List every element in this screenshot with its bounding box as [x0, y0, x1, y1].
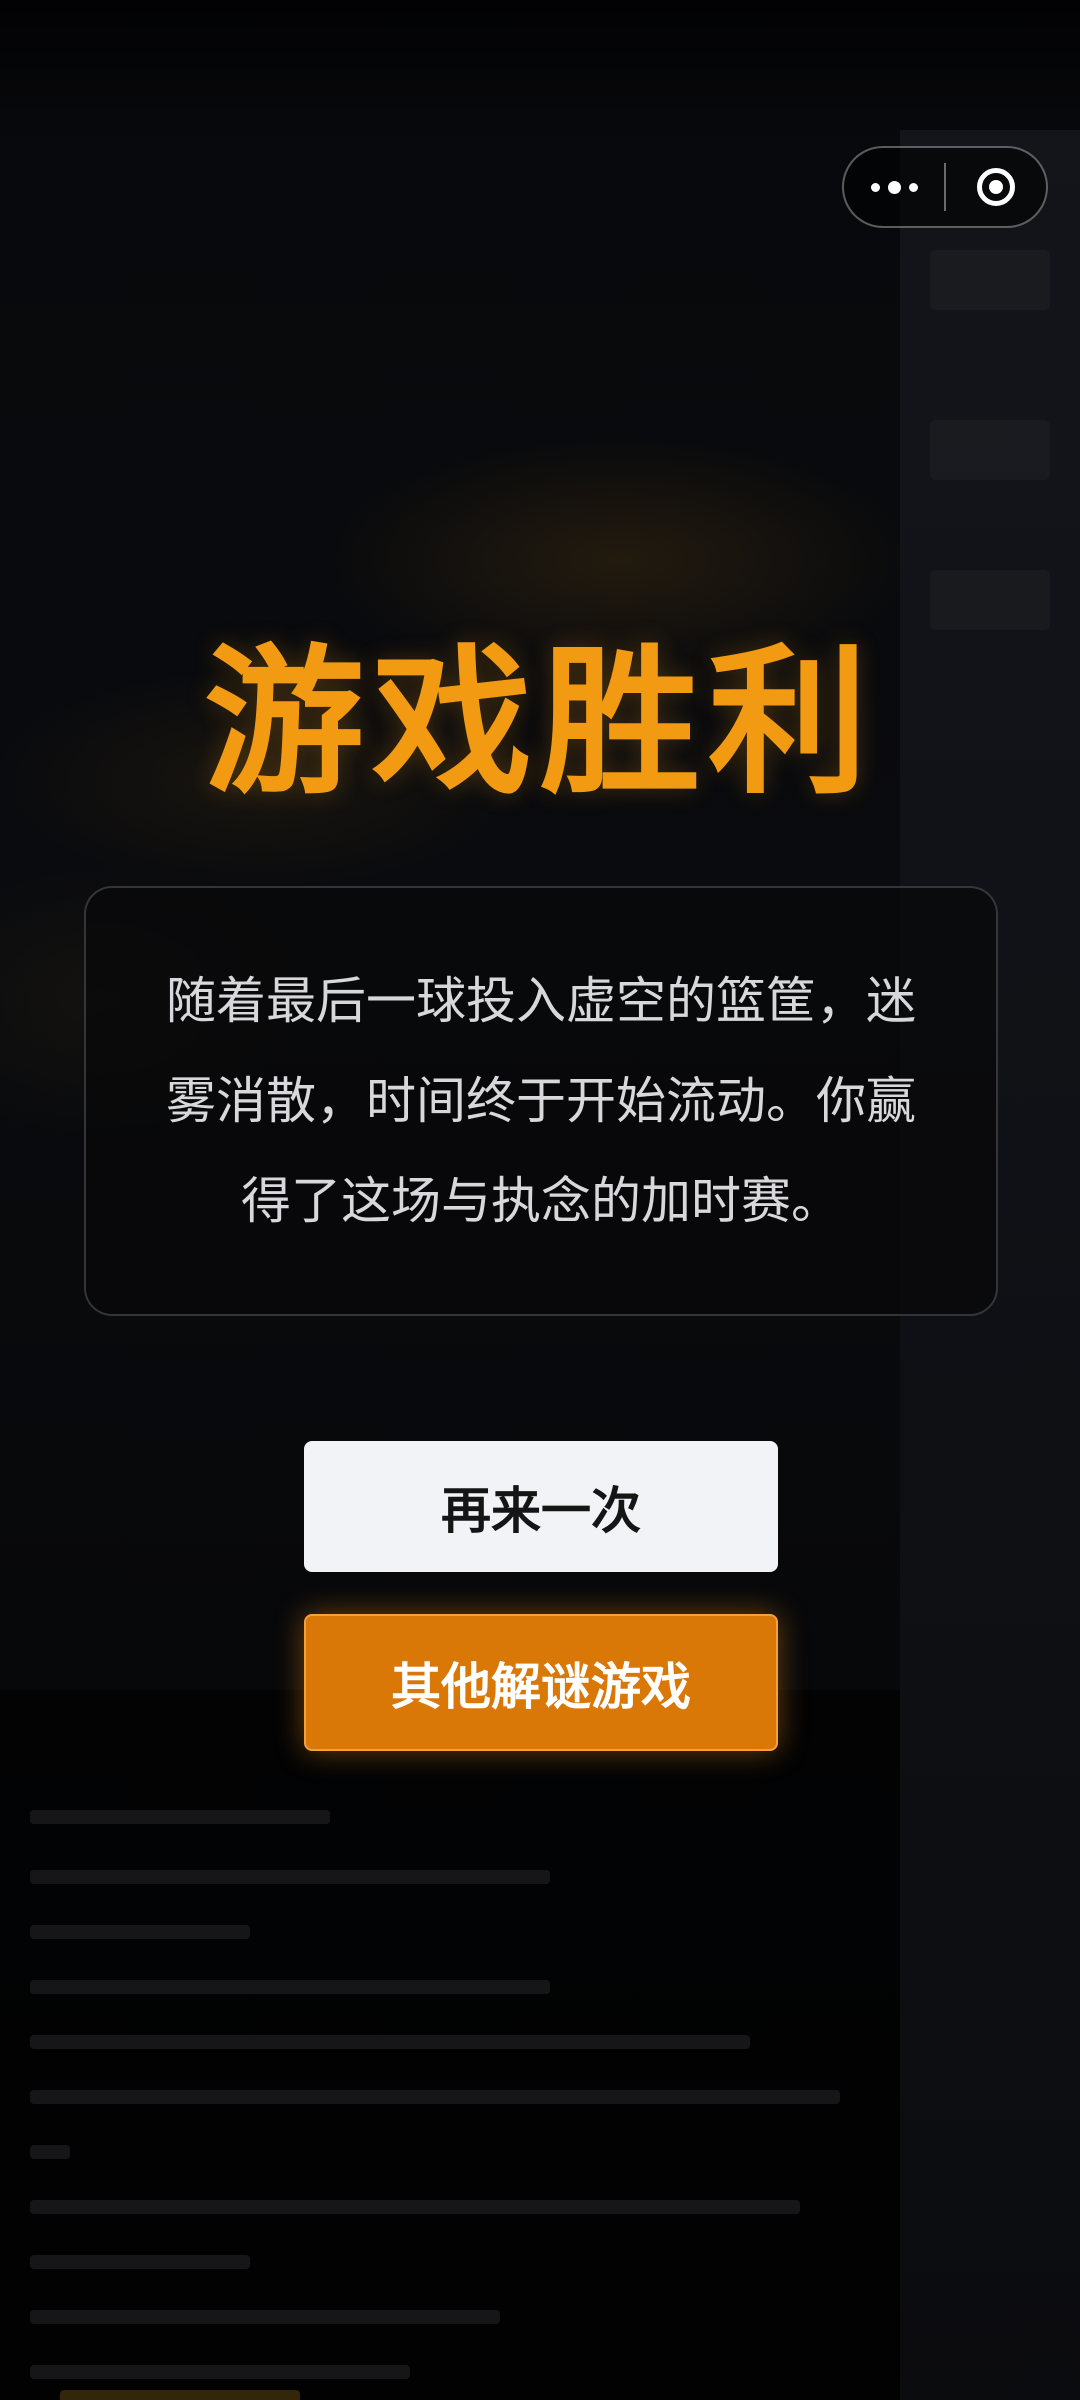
background-line: [30, 2035, 750, 2049]
background-line: [30, 2200, 800, 2214]
mini-program-capsule: [842, 146, 1048, 228]
close-target-icon: [977, 168, 1015, 206]
background-line: [30, 1870, 550, 1884]
background-line: [30, 2090, 840, 2104]
more-button[interactable]: [844, 148, 944, 226]
story-text: 随着最后一球投入虚空的篮筐，迷雾消散，时间终于开始流动。你赢得了这场与执念的加时…: [166, 972, 916, 1230]
retry-button[interactable]: 再来一次: [304, 1441, 778, 1572]
background-line: [30, 1925, 250, 1939]
other-puzzle-games-button[interactable]: 其他解谜游戏: [304, 1614, 778, 1751]
background-thumbnail: [930, 570, 1050, 630]
victory-title: 游戏胜利: [203, 628, 876, 816]
more-dots-icon: [867, 180, 922, 194]
background-thumbnail: [930, 250, 1050, 310]
background-line: [30, 1810, 330, 1824]
background-line: [30, 2255, 250, 2269]
background-line: [30, 2365, 410, 2379]
story-card: 随着最后一球投入虚空的篮筐，迷雾消散，时间终于开始流动。你赢得了这场与执念的加时…: [84, 886, 998, 1316]
background-line: [30, 1980, 550, 1994]
background-line: [60, 2390, 300, 2400]
background-text-block: [0, 1690, 900, 2400]
background-thumbnail: [930, 420, 1050, 480]
background-line: [30, 2145, 70, 2159]
background-line: [30, 2310, 500, 2324]
close-button[interactable]: [946, 148, 1046, 226]
